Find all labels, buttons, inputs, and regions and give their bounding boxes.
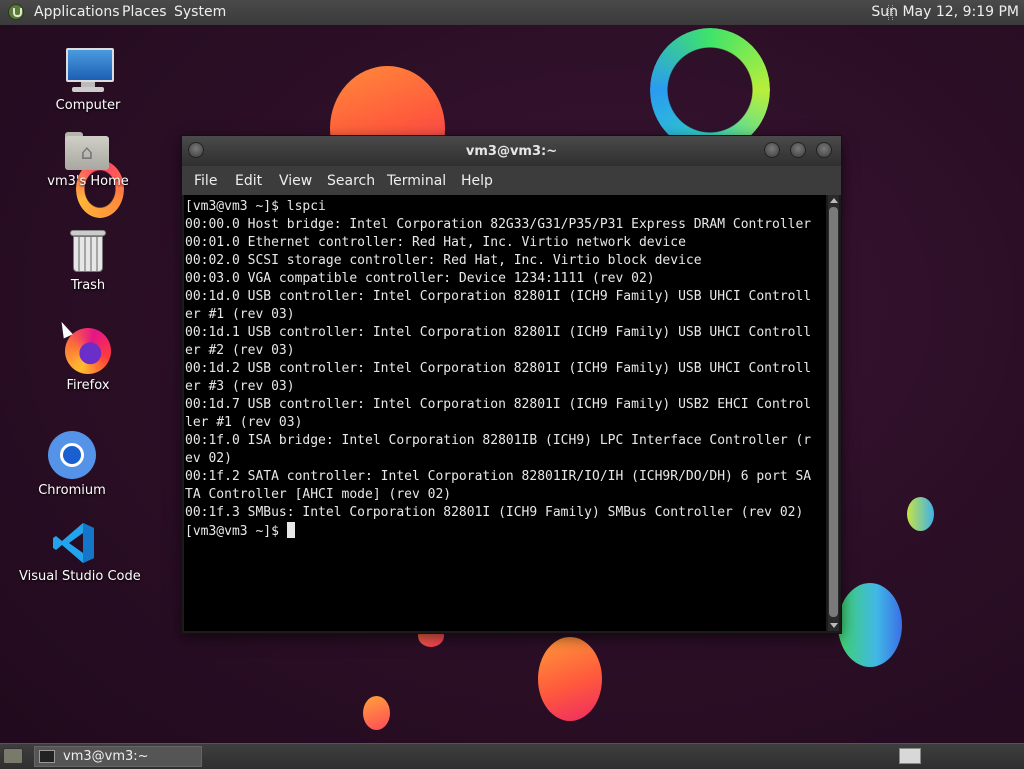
- firefox-icon: [65, 328, 111, 374]
- terminal-cursor: [286, 522, 295, 538]
- desktop-icon-trash[interactable]: Trash: [33, 230, 143, 293]
- scrollbar-thumb[interactable]: [829, 207, 838, 617]
- desktop-icon-vscode[interactable]: Visual Studio Code: [19, 521, 141, 584]
- terminal-prompt: [vm3@vm3 ~]$: [185, 524, 287, 539]
- maximize-button[interactable]: [790, 142, 806, 158]
- trash-icon: [70, 230, 106, 274]
- desktop-icon-label: Chromium: [38, 483, 106, 498]
- decorative-blob: [907, 497, 934, 531]
- terminal-text: [vm3@vm3 ~]$ lspci 00:00.0 Host bridge: …: [184, 195, 826, 541]
- desktop-icon-label: vm3's Home: [47, 174, 129, 189]
- terminal-output[interactable]: [vm3@vm3 ~]$ lspci 00:00.0 Host bridge: …: [184, 195, 826, 631]
- terminal-line: 00:1d.7 USB controller: Intel Corporatio…: [185, 397, 812, 412]
- terminal-line: er #3 (rev 03): [185, 379, 295, 394]
- close-button[interactable]: [816, 142, 832, 158]
- show-desktop-icon[interactable]: [3, 748, 23, 764]
- terminal-line: 00:1f.0 ISA bridge: Intel Corporation 82…: [185, 433, 812, 448]
- decorative-blob: [838, 583, 902, 667]
- terminal-window: vm3@vm3:~ File Edit View Search Terminal…: [182, 136, 841, 633]
- desktop-icon-label: Trash: [70, 278, 106, 293]
- workspace-switcher[interactable]: [899, 748, 921, 764]
- terminal-line: 00:1d.0 USB controller: Intel Corporatio…: [185, 289, 812, 304]
- menu-applications[interactable]: Applications: [34, 4, 120, 20]
- top-panel: Applications Places System Sun May 12, 9…: [0, 0, 1024, 25]
- taskbar-window-button[interactable]: vm3@vm3:~: [34, 746, 202, 767]
- computer-icon: [64, 46, 114, 94]
- desktop-icon-chromium[interactable]: Chromium: [17, 431, 127, 498]
- terminal-line: 00:1d.2 USB controller: Intel Corporatio…: [185, 361, 812, 376]
- menu-view[interactable]: View: [279, 173, 312, 189]
- chromium-icon: [48, 431, 96, 479]
- terminal-icon: [39, 750, 55, 763]
- scroll-up-arrow-icon[interactable]: [830, 198, 838, 203]
- window-titlebar[interactable]: vm3@vm3:~: [182, 136, 841, 166]
- terminal-line: 00:1f.3 SMBus: Intel Corporation 82801I …: [185, 505, 804, 520]
- terminal-line: 00:1d.1 USB controller: Intel Corporatio…: [185, 325, 812, 340]
- menu-help[interactable]: Help: [461, 173, 493, 189]
- desktop-icon-label: Computer: [55, 98, 121, 113]
- minimize-button[interactable]: [764, 142, 780, 158]
- window-title: vm3@vm3:~: [465, 144, 558, 159]
- menu-terminal[interactable]: Terminal: [387, 173, 446, 189]
- terminal-line: 00:02.0 SCSI storage controller: Red Hat…: [185, 253, 702, 268]
- terminal-line: er #2 (rev 03): [185, 343, 295, 358]
- bottom-panel: vm3@vm3:~: [0, 743, 1024, 769]
- home-folder-icon: ⌂: [65, 130, 111, 170]
- terminal-line: 00:01.0 Ethernet controller: Red Hat, In…: [185, 235, 686, 250]
- terminal-line: ler #1 (rev 03): [185, 415, 303, 430]
- desktop-icon-label: Firefox: [66, 378, 110, 393]
- menu-places[interactable]: Places: [122, 4, 167, 20]
- decorative-ring: [650, 28, 770, 152]
- terminal-line: [vm3@vm3 ~]$ lspci: [185, 199, 326, 214]
- decorative-blob: [538, 637, 602, 721]
- menu-file[interactable]: File: [194, 173, 217, 189]
- mate-logo-icon[interactable]: [8, 4, 24, 20]
- desktop-icon-label: Visual Studio Code: [19, 569, 141, 584]
- vscode-icon: [52, 521, 96, 565]
- menu-edit[interactable]: Edit: [235, 173, 262, 189]
- terminal-line: ev 02): [185, 451, 232, 466]
- terminal-line: 00:03.0 VGA compatible controller: Devic…: [185, 271, 655, 286]
- terminal-line: 00:1f.2 SATA controller: Intel Corporati…: [185, 469, 812, 484]
- menu-search[interactable]: Search: [327, 173, 375, 189]
- terminal-line: TA Controller [AHCI mode] (rev 02): [185, 487, 452, 502]
- menu-system[interactable]: System: [174, 4, 226, 20]
- scroll-down-arrow-icon[interactable]: [830, 623, 838, 628]
- clock[interactable]: Sun May 12, 9:19 PM: [871, 4, 1019, 20]
- terminal-line: er #1 (rev 03): [185, 307, 295, 322]
- terminal-menubar: File Edit View Search Terminal Help: [182, 166, 841, 195]
- terminal-line: 00:00.0 Host bridge: Intel Corporation 8…: [185, 217, 812, 232]
- desktop-icon-computer[interactable]: Computer: [33, 46, 143, 113]
- decorative-blob: [363, 696, 390, 730]
- desktop-icon-home[interactable]: ⌂ vm3's Home: [33, 130, 143, 189]
- desktop-icon-firefox[interactable]: Firefox: [33, 328, 143, 393]
- taskbar-window-label: vm3@vm3:~: [63, 749, 149, 764]
- terminal-scrollbar[interactable]: [828, 195, 839, 631]
